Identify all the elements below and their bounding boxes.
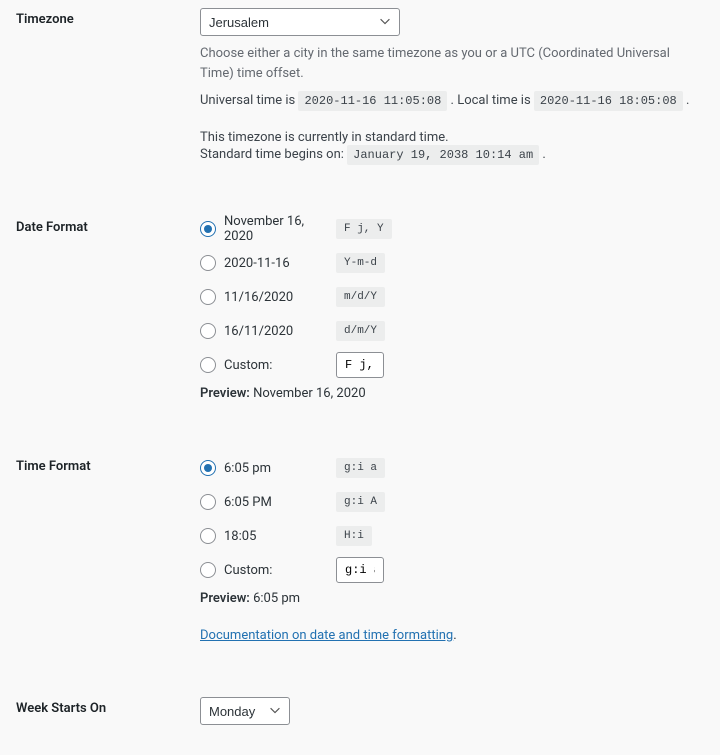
- date-code-0: F j, Y: [336, 219, 392, 239]
- time-custom-label: Custom:: [224, 563, 336, 578]
- time-format-row: Time Format 6:05 pm g:i a 6:05 PM g:i A …: [16, 455, 704, 643]
- week-field: Monday: [200, 697, 704, 725]
- date-code-2: m/d/Y: [336, 287, 385, 307]
- timezone-field: Jerusalem Choose either a city in the sa…: [200, 8, 704, 162]
- date-preview-value: November 16, 2020: [253, 386, 366, 401]
- utc-time-code: 2020-11-16 11:05:08: [298, 91, 447, 111]
- week-row: Week Starts On Monday: [16, 697, 704, 725]
- date-option-custom[interactable]: Custom:: [200, 352, 704, 378]
- standard-begins-suffix: .: [542, 147, 545, 162]
- week-select[interactable]: Monday: [200, 697, 290, 725]
- date-radio-3[interactable]: [200, 323, 216, 339]
- time-custom-input[interactable]: [336, 557, 384, 583]
- date-preview: Preview: November 16, 2020: [200, 386, 704, 401]
- date-option-1[interactable]: 2020-11-16 Y-m-d: [200, 250, 704, 276]
- date-radio-custom[interactable]: [200, 357, 216, 373]
- time-radio-0[interactable]: [200, 460, 216, 476]
- date-format-field: November 16, 2020 F j, Y 2020-11-16 Y-m-…: [200, 216, 704, 401]
- week-label: Week Starts On: [16, 697, 200, 716]
- date-radio-1[interactable]: [200, 255, 216, 271]
- timezone-times: Universal time is 2020-11-16 11:05:08 . …: [200, 93, 704, 108]
- date-option-3[interactable]: 16/11/2020 d/m/Y: [200, 318, 704, 344]
- date-code-1: Y-m-d: [336, 253, 385, 273]
- standard-begins-prefix: Standard time begins on:: [200, 147, 347, 162]
- date-option-2[interactable]: 11/16/2020 m/d/Y: [200, 284, 704, 310]
- time-preview: Preview: 6:05 pm: [200, 591, 704, 606]
- date-preview-label: Preview:: [200, 386, 250, 401]
- timezone-label: Timezone: [16, 8, 200, 27]
- date-custom-label: Custom:: [224, 358, 336, 373]
- time-format-field: 6:05 pm g:i a 6:05 PM g:i A 18:05 H:i Cu…: [200, 455, 704, 643]
- time-code-0: g:i a: [336, 458, 385, 478]
- standard-begins-code: January 19, 2038 10:14 am: [347, 145, 539, 165]
- time-trailing: .: [686, 93, 689, 108]
- time-radio-2[interactable]: [200, 528, 216, 544]
- time-format-label: Time Format: [16, 455, 200, 474]
- time-display-2: 18:05: [224, 529, 336, 544]
- date-radio-2[interactable]: [200, 289, 216, 305]
- date-display-3: 16/11/2020: [224, 324, 336, 339]
- time-code-1: g:i A: [336, 492, 385, 512]
- doc-line: Documentation on date and time formattin…: [200, 628, 704, 643]
- standard-begins: Standard time begins on: January 19, 203…: [200, 147, 704, 162]
- timezone-help: Choose either a city in the same timezon…: [200, 44, 704, 83]
- timezone-row: Timezone Jerusalem Choose either a city …: [16, 8, 704, 162]
- time-option-0[interactable]: 6:05 pm g:i a: [200, 455, 704, 481]
- time-display-0: 6:05 pm: [224, 461, 336, 476]
- date-code-3: d/m/Y: [336, 321, 385, 341]
- utc-prefix: Universal time is: [200, 93, 298, 108]
- date-format-label: Date Format: [16, 216, 200, 235]
- time-code-2: H:i: [336, 526, 372, 546]
- date-display-1: 2020-11-16: [224, 256, 336, 271]
- standard-current: This timezone is currently in standard t…: [200, 130, 704, 145]
- time-option-1[interactable]: 6:05 PM g:i A: [200, 489, 704, 515]
- time-option-2[interactable]: 18:05 H:i: [200, 523, 704, 549]
- time-display-1: 6:05 PM: [224, 495, 336, 510]
- doc-suffix: .: [453, 628, 456, 643]
- time-radio-custom[interactable]: [200, 562, 216, 578]
- time-preview-label: Preview:: [200, 591, 250, 606]
- time-radio-1[interactable]: [200, 494, 216, 510]
- date-option-0[interactable]: November 16, 2020 F j, Y: [200, 216, 704, 242]
- doc-link[interactable]: Documentation on date and time formattin…: [200, 628, 453, 643]
- local-time-code: 2020-11-16 18:05:08: [534, 91, 683, 111]
- date-format-row: Date Format November 16, 2020 F j, Y 202…: [16, 216, 704, 401]
- time-option-custom[interactable]: Custom:: [200, 557, 704, 583]
- date-custom-input[interactable]: [336, 352, 384, 378]
- timezone-select[interactable]: Jerusalem: [200, 8, 400, 36]
- date-display-2: 11/16/2020: [224, 290, 336, 305]
- local-prefix: . Local time is: [451, 93, 534, 108]
- time-preview-value: 6:05 pm: [253, 591, 300, 606]
- date-radio-0[interactable]: [200, 221, 216, 237]
- date-display-0: November 16, 2020: [224, 214, 336, 244]
